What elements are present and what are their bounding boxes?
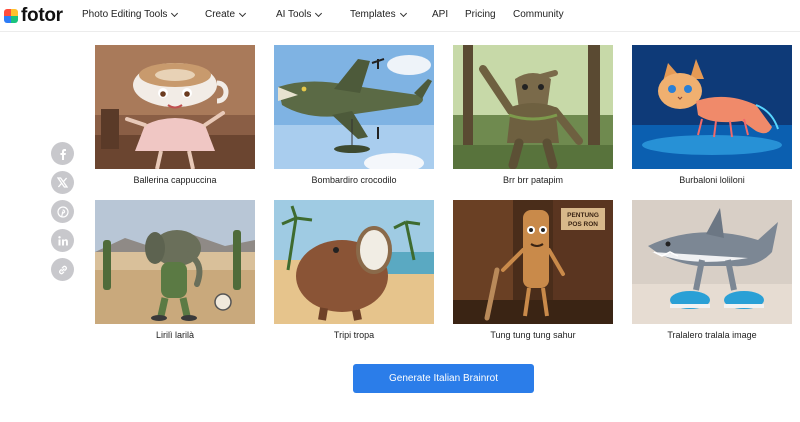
- share-linkedin-button[interactable]: [51, 229, 74, 252]
- chevron-down-icon: [315, 9, 323, 18]
- gallery-caption: Tralalero tralala image: [667, 330, 757, 340]
- logo-mark-icon: [4, 9, 18, 23]
- nav-api[interactable]: API: [432, 9, 448, 21]
- tralalero-tralala-image: [632, 200, 792, 324]
- gallery-card-tripi-tropa[interactable]: Tripi tropa: [274, 200, 434, 340]
- generate-italian-brainrot-button[interactable]: Generate Italian Brainrot: [353, 364, 534, 393]
- facebook-icon: [59, 148, 66, 160]
- x-twitter-icon: [57, 177, 68, 188]
- chevron-down-icon: [399, 9, 407, 18]
- gallery-caption: Ballerina cappuccina: [133, 175, 217, 185]
- nav-create[interactable]: Create: [205, 9, 247, 21]
- gallery-caption: Bombardiro crocodilo: [311, 175, 397, 185]
- share-pinterest-button[interactable]: [51, 200, 74, 223]
- gallery-card-lirili-larila[interactable]: Lirilì larilà: [95, 200, 255, 340]
- lirili-larila-image: [95, 200, 255, 324]
- tung-tung-tung-sahur-image: PENTUNG POS RON: [453, 200, 613, 324]
- share-facebook-button[interactable]: [51, 142, 74, 165]
- nav-photo-editing-tools[interactable]: Photo Editing Tools: [82, 9, 179, 21]
- share-x-button[interactable]: [51, 171, 74, 194]
- gallery-card-tung-tung-tung-sahur[interactable]: PENTUNG POS RON Tung tung tung sahur: [453, 200, 613, 340]
- nav-community[interactable]: Community: [513, 9, 564, 21]
- gallery-card-brr-brr-patapim[interactable]: Brr brr patapim: [453, 45, 613, 185]
- nav-pricing[interactable]: Pricing: [465, 9, 496, 21]
- ballerina-cappuccina-image: [95, 45, 255, 169]
- gallery-caption: Burbaloni loliloni: [679, 175, 745, 185]
- gallery-card-bombardiro-crocodilo[interactable]: Bombardiro crocodilo: [274, 45, 434, 185]
- bombardiro-crocodilo-image: [274, 45, 434, 169]
- chevron-down-icon: [171, 9, 179, 18]
- gallery-caption: Lirilì larilà: [155, 330, 194, 340]
- gallery-card-tralalero-tralala[interactable]: Tralalero tralala image: [632, 200, 792, 340]
- tripi-tropa-image: [274, 200, 434, 324]
- brand-name: fotor: [21, 5, 63, 26]
- fotor-logo[interactable]: fotor: [4, 6, 63, 26]
- nav-ai-tools[interactable]: AI Tools: [276, 9, 323, 21]
- sign-text-line-2: POS RON: [568, 221, 598, 228]
- gallery-caption: Tripi tropa: [333, 330, 375, 340]
- pinterest-icon: [56, 205, 69, 218]
- chevron-down-icon: [238, 9, 247, 18]
- top-nav: fotor Photo Editing Tools Create AI Tool…: [0, 0, 800, 32]
- gallery-card-ballerina-cappuccina[interactable]: Ballerina cappuccina: [95, 45, 255, 185]
- brr-brr-patapim-image: [453, 45, 613, 169]
- gallery-card-burbaloni-loliloni[interactable]: Burbaloni loliloni: [632, 45, 792, 185]
- link-icon: [58, 265, 67, 274]
- gallery-caption: Brr brr patapim: [502, 175, 564, 185]
- burbaloni-loliloni-image: [632, 45, 792, 169]
- copy-link-button[interactable]: [51, 258, 74, 281]
- linkedin-icon: [57, 235, 68, 245]
- sign-text-line-1: PENTUNG: [567, 212, 599, 219]
- nav-templates[interactable]: Templates: [350, 9, 407, 21]
- gallery-caption: Tung tung tung sahur: [490, 330, 576, 340]
